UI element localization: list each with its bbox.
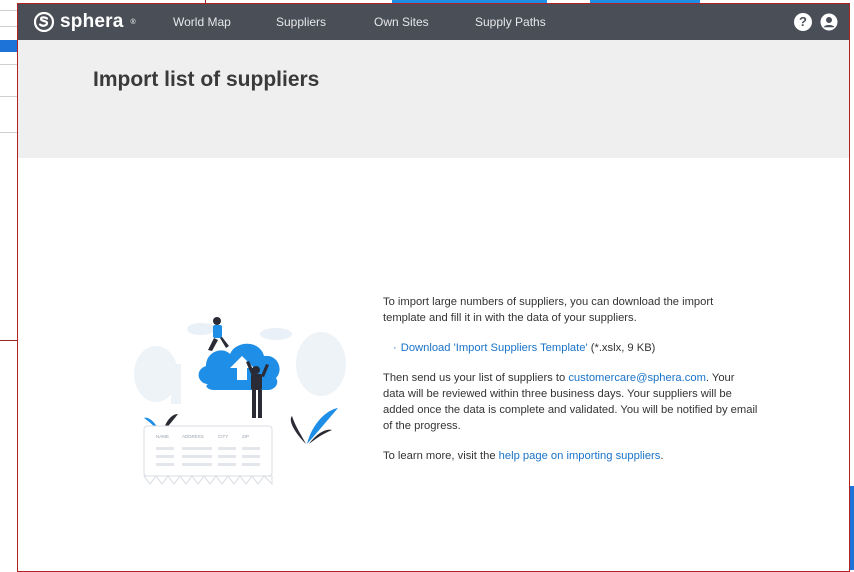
import-instructions: To import large numbers of suppliers, yo…: [383, 294, 758, 478]
background-selected-row: [0, 40, 18, 52]
illustration-column-zip: ZIP: [242, 434, 249, 439]
sphera-logo[interactable]: sphera ®: [34, 11, 136, 33]
user-icon[interactable]: [820, 13, 838, 31]
learn-text-suffix: .: [660, 450, 664, 462]
nav-own-sites[interactable]: Own Sites: [374, 15, 429, 29]
help-icon[interactable]: ?: [794, 13, 812, 31]
brand-registered-mark: ®: [130, 18, 136, 26]
nav-world-map[interactable]: World Map: [173, 15, 231, 29]
sphera-logo-icon: [34, 12, 54, 32]
page-title: Import list of suppliers: [93, 68, 320, 91]
illustration-column-name: NAME: [156, 434, 169, 439]
send-text-prefix: Then send us your list of suppliers to: [383, 372, 569, 384]
learn-text-prefix: To learn more, visit the: [383, 450, 499, 462]
import-illustration: NAME ADDRESS CITY ZIP: [116, 304, 356, 504]
brand-name: sphera: [60, 11, 124, 32]
download-file-info: (*.xslx, 9 KB): [587, 342, 656, 354]
help-page-link[interactable]: help page on importing suppliers: [499, 450, 661, 462]
intro-text: To import large numbers of suppliers, yo…: [383, 296, 714, 324]
illustration-column-address: ADDRESS: [182, 434, 204, 439]
illustration-column-city: CITY: [218, 434, 228, 439]
download-template-link[interactable]: Download 'Import Suppliers Template': [401, 342, 588, 354]
nav-suppliers[interactable]: Suppliers: [276, 15, 326, 29]
download-bullet: ·: [393, 342, 397, 354]
learn-more: To learn more, visit the help page on im…: [383, 448, 758, 464]
nav-supply-paths[interactable]: Supply Paths: [475, 15, 546, 29]
customercare-email-link[interactable]: customercare@sphera.com: [568, 372, 706, 384]
import-suppliers-window: sphera ® World Map Suppliers Own Sites Su…: [17, 3, 850, 572]
download-item: · Download 'Import Suppliers Template' (*…: [393, 340, 758, 356]
send-instructions: Then send us your list of suppliers to c…: [383, 370, 758, 434]
page-header: Import list of suppliers: [18, 40, 849, 158]
top-navbar: sphera ® World Map Suppliers Own Sites Su…: [18, 4, 849, 40]
